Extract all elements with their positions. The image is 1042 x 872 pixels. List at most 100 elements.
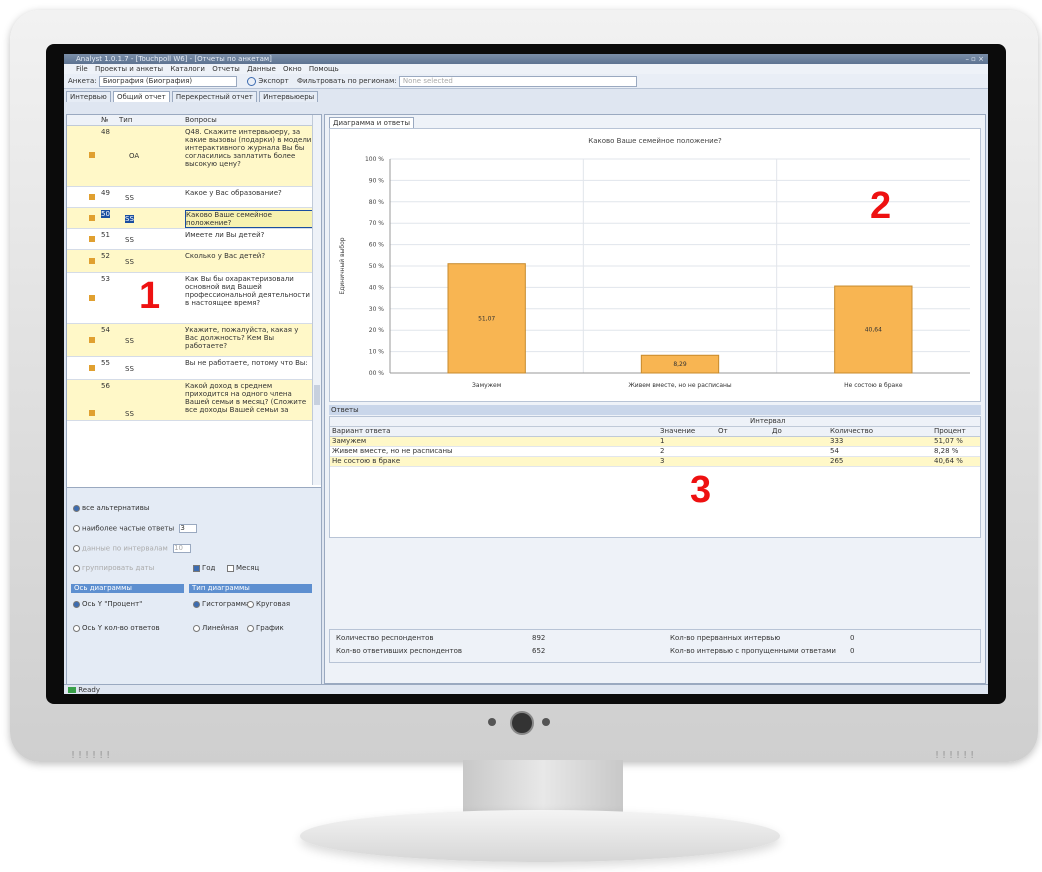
question-row[interactable]: 54 SS Укажите, пожалуйста, какая у Вас д… — [67, 324, 321, 357]
menu-data[interactable]: Данные — [247, 65, 276, 73]
most-frequent-spinner[interactable]: 3 — [179, 524, 198, 533]
table-row[interactable]: Живем вместе, но не расписаны 2 54 8,28 … — [330, 447, 980, 457]
question-type: SS — [125, 337, 134, 345]
question-text: Вы не работаете, потому что Вы: — [185, 359, 308, 367]
tab-interviewers[interactable]: Интервьюеры — [259, 91, 319, 102]
stat-skipped: Кол-во интервью с пропущенными ответами … — [670, 647, 854, 656]
report-panel: Диаграмма и ответы Каково Ваше семейное … — [324, 114, 986, 684]
option-most-frequent[interactable]: наиболее частые ответы 3 — [73, 524, 198, 533]
stat-label: Количество респондентов — [336, 634, 434, 642]
question-row[interactable]: 56 SS Какой доход в среднем приходится н… — [67, 380, 321, 421]
tab-interviews[interactable]: Интервью — [66, 91, 111, 102]
toolbar: Анкета: Биография (Биография) Экспорт Фи… — [64, 74, 988, 89]
menu-window[interactable]: Окно — [283, 65, 302, 73]
radio-icon — [193, 600, 200, 608]
option-label: группировать даты — [82, 564, 155, 572]
y-tick-label: 70 % — [369, 220, 385, 227]
option-axis-count[interactable]: Ось Y кол-во ответов — [73, 624, 160, 632]
questions-scrollbar[interactable] — [312, 115, 321, 485]
option-group-dates[interactable]: группировать даты — [73, 564, 154, 572]
answers-header: Ответы — [329, 405, 981, 415]
question-num: 50 — [101, 210, 110, 218]
question-row-selected[interactable]: 50 SS Каково Ваше семейное положение? — [67, 208, 321, 229]
cell-percent: 51,07 % — [934, 437, 963, 445]
tab-chart-and-answers[interactable]: Диаграмма и ответы — [329, 117, 414, 128]
cell-count: 54 — [830, 447, 839, 455]
export-icon[interactable] — [247, 76, 257, 86]
col-type-header: Тип — [119, 116, 133, 124]
question-num: 54 — [101, 326, 110, 334]
stat-respondents: Количество респондентов 892 — [336, 634, 545, 643]
question-type-icon — [89, 337, 95, 343]
stat-value: 652 — [532, 647, 546, 655]
question-row[interactable]: 49 SS Какое у Вас образование? — [67, 187, 321, 208]
option-pie[interactable]: Круговая — [247, 600, 290, 608]
checkbox-month[interactable]: Месяц — [227, 564, 259, 572]
bar-chart: Каково Ваше семейное положение? Единичный… — [339, 137, 970, 389]
y-tick-label: 40 % — [369, 284, 385, 291]
checkbox-year[interactable]: Год — [193, 564, 215, 572]
question-row[interactable]: 53 Как Вы бы охарактеризовали основной в… — [67, 273, 321, 324]
question-row[interactable]: 55 SS Вы не работаете, потому что Вы: — [67, 357, 321, 380]
option-label: Линейная — [202, 624, 239, 632]
axis-group-header: Ось диаграммы — [71, 584, 184, 593]
question-type-icon — [89, 152, 95, 158]
questions-panel: № Тип Вопросы 48 OA Q48. Скажите интервь… — [66, 114, 322, 684]
option-all-alternatives[interactable]: все альтернативы — [73, 504, 149, 512]
menu-help[interactable]: Помощь — [309, 65, 339, 73]
monitor-bezel: Analyst 1.0.1.7 - [Touchpoll W6] - [Отче… — [46, 44, 1006, 704]
status-text: Ready — [78, 686, 100, 694]
table-group-header-row: Интервал — [330, 417, 980, 427]
tab-general-report[interactable]: Общий отчет — [113, 91, 170, 102]
option-histogram[interactable]: Гистограмма — [193, 600, 250, 608]
option-axis-percent[interactable]: Ось Y "Процент" — [73, 600, 142, 608]
intervals-spinner[interactable]: 10 — [173, 544, 192, 553]
question-type-icon — [89, 215, 95, 221]
option-linear[interactable]: Линейная — [193, 624, 238, 632]
menu-reports[interactable]: Отчеты — [212, 65, 240, 73]
scrollbar-thumb[interactable] — [314, 385, 320, 405]
monitor-frame: Analyst 1.0.1.7 - [Touchpoll W6] - [Отче… — [10, 10, 1038, 762]
stat-value: 0 — [850, 647, 855, 655]
question-row[interactable]: 52 SS Сколько у Вас детей? — [67, 250, 321, 273]
stat-value: 892 — [532, 634, 546, 642]
callout-2: 2 — [870, 185, 892, 227]
window-controls[interactable]: – ▫ × — [965, 54, 984, 64]
chart-area: Каково Ваше семейное положение? Единичный… — [329, 128, 981, 402]
radio-icon — [73, 600, 80, 608]
checkbox-icon — [227, 564, 234, 572]
question-text: Укажите, пожалуйста, какая у Вас должнос… — [185, 326, 299, 350]
cell-answer: Живем вместе, но не расписаны — [332, 447, 453, 455]
filter-select[interactable]: None selected — [398, 75, 637, 87]
y-tick-label: 90 % — [369, 177, 385, 184]
menu-catalogs[interactable]: Каталоги — [170, 65, 205, 73]
anketa-select[interactable]: Биография (Биография) — [98, 75, 237, 87]
question-row[interactable]: 51 SS Имеете ли Вы детей? — [67, 229, 321, 250]
question-type: SS — [125, 194, 134, 202]
export-button[interactable]: Экспорт — [258, 77, 288, 85]
question-num: 52 — [101, 252, 110, 260]
option-label: Ось Y кол-во ответов — [82, 624, 160, 632]
question-text: Q48. Скажите интервьюеру, за какие вызов… — [185, 128, 312, 168]
question-num: 51 — [101, 231, 110, 239]
power-button[interactable] — [510, 711, 534, 735]
question-row[interactable]: 48 OA Q48. Скажите интервьюеру, за какие… — [67, 126, 321, 187]
radio-icon — [73, 624, 80, 632]
menu-projects[interactable]: Проекты и анкеты — [95, 65, 163, 73]
monitor-indicator-dot — [488, 718, 496, 726]
cell-value: 2 — [660, 447, 665, 455]
menu-file[interactable]: File — [76, 65, 88, 73]
table-row[interactable]: Замужем 1 333 51,07 % — [330, 437, 980, 447]
question-type-icon — [89, 194, 95, 200]
monitor-stand-base — [300, 810, 780, 862]
option-label: все альтернативы — [82, 504, 150, 512]
radio-icon — [73, 504, 80, 512]
tab-cross-report[interactable]: Перекрестный отчет — [171, 91, 257, 102]
table-row[interactable]: Не состою в браке 3 265 40,64 % — [330, 457, 980, 467]
question-num: 48 — [101, 128, 110, 136]
option-graph[interactable]: График — [247, 624, 284, 632]
col-from-header: От — [718, 427, 728, 435]
cell-value: 3 — [660, 457, 665, 465]
option-by-intervals[interactable]: данные по интервалам 10 — [73, 544, 192, 553]
question-text: Какой доход в среднем приходится на одно… — [185, 382, 307, 414]
